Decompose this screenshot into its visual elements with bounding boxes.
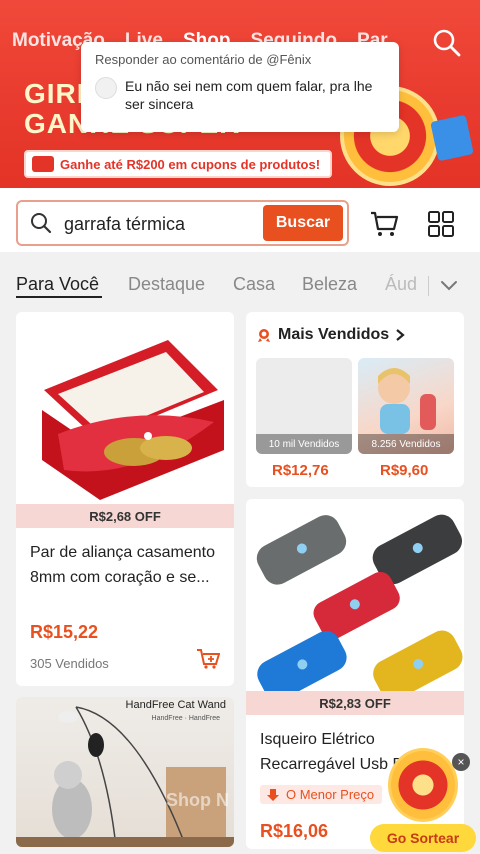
product-image [16, 312, 234, 504]
coupon-badge[interactable]: Ganhe até R$200 em cupons de produtos! [24, 150, 333, 178]
divider [428, 276, 429, 296]
best-sellers-header[interactable]: Mais Vendidos [256, 326, 405, 344]
product-image-subtitle: HandFree · HandFree [151, 715, 220, 722]
tab-audio[interactable]: Áud [385, 274, 417, 295]
prize-wheel-icon[interactable] [388, 748, 458, 822]
ticket-icon [32, 156, 54, 172]
best-seller-thumb[interactable]: 10 mil Vendidos [256, 358, 352, 454]
reply-title: Responder ao comentário de @Fênix [95, 52, 312, 67]
active-tab-indicator [16, 296, 102, 298]
tab-destaque[interactable]: Destaque [128, 274, 205, 295]
product-card-cat-wand[interactable]: HandFree Cat Wand HandFree · HandFree [16, 697, 234, 847]
reply-comment-text: Eu não sei nem com quem falar, pra lhe s… [125, 78, 373, 112]
tab-casa[interactable]: Casa [233, 274, 275, 295]
medal-icon [258, 329, 270, 342]
discount-strip: R$2,68 OFF [16, 504, 234, 528]
ring-box-image [42, 340, 224, 500]
product-price: R$16,06 [260, 821, 329, 841]
product-price: R$9,60 [380, 462, 429, 479]
product-price: R$15,22 [30, 622, 99, 642]
avatar [95, 77, 117, 99]
close-icon[interactable]: × [452, 753, 470, 771]
lowest-price-label: O Menor Preço [286, 787, 375, 802]
search-button[interactable]: Buscar [263, 205, 343, 241]
best-sellers-title: Mais Vendidos [278, 326, 390, 343]
reply-comment-popup[interactable]: Responder ao comentário de @Fênix Eu não… [81, 42, 399, 132]
best-seller-thumb[interactable]: 8.256 Vendidos [358, 358, 454, 454]
tab-beleza[interactable]: Beleza [302, 274, 357, 295]
shopping-cart-icon[interactable] [368, 208, 400, 240]
sold-count: 305 Vendidos [30, 656, 109, 671]
search-query-text: garrafa térmica [64, 214, 186, 234]
product-price: R$12,76 [272, 462, 329, 479]
product-title: Par de aliança casamento 8mm com coração… [30, 544, 215, 586]
categories-grid-icon[interactable] [427, 210, 455, 238]
search-icon [31, 213, 52, 234]
go-sortear-button[interactable]: Go Sortear [370, 824, 476, 852]
search-input[interactable]: garrafa térmica Buscar [16, 200, 349, 246]
sold-count: 10 mil Vendidos [256, 434, 352, 454]
gift-box-icon [430, 114, 474, 162]
product-image [246, 499, 464, 701]
chevron-down-icon[interactable] [440, 278, 458, 292]
search-icon[interactable] [432, 28, 462, 58]
watermark: Shop N [166, 790, 229, 810]
sold-count: 8.256 Vendidos [358, 434, 454, 454]
product-image-title: HandFree Cat Wand [125, 699, 226, 711]
lighters-image [256, 514, 463, 701]
discount-strip: R$2,83 OFF [246, 691, 464, 715]
coupon-text: Ganhe até R$200 em cupons de produtos! [60, 156, 321, 172]
chevron-right-icon [396, 329, 405, 341]
arrow-down-icon [267, 788, 279, 801]
best-sellers-card[interactable]: Mais Vendidos 10 mil Vendidos 8.256 Vend… [246, 312, 464, 487]
search-bar-area: garrafa térmica Buscar [0, 188, 480, 252]
lowest-price-badge: O Menor Preço [260, 785, 383, 804]
product-card-ring[interactable]: R$2,68 OFF Par de aliança casamento 8mm … [16, 312, 234, 686]
category-tabs: Para Você Destaque Casa Beleza Áud [0, 252, 480, 308]
tab-para-voce[interactable]: Para Você [16, 274, 99, 295]
add-to-cart-icon[interactable] [196, 648, 220, 670]
